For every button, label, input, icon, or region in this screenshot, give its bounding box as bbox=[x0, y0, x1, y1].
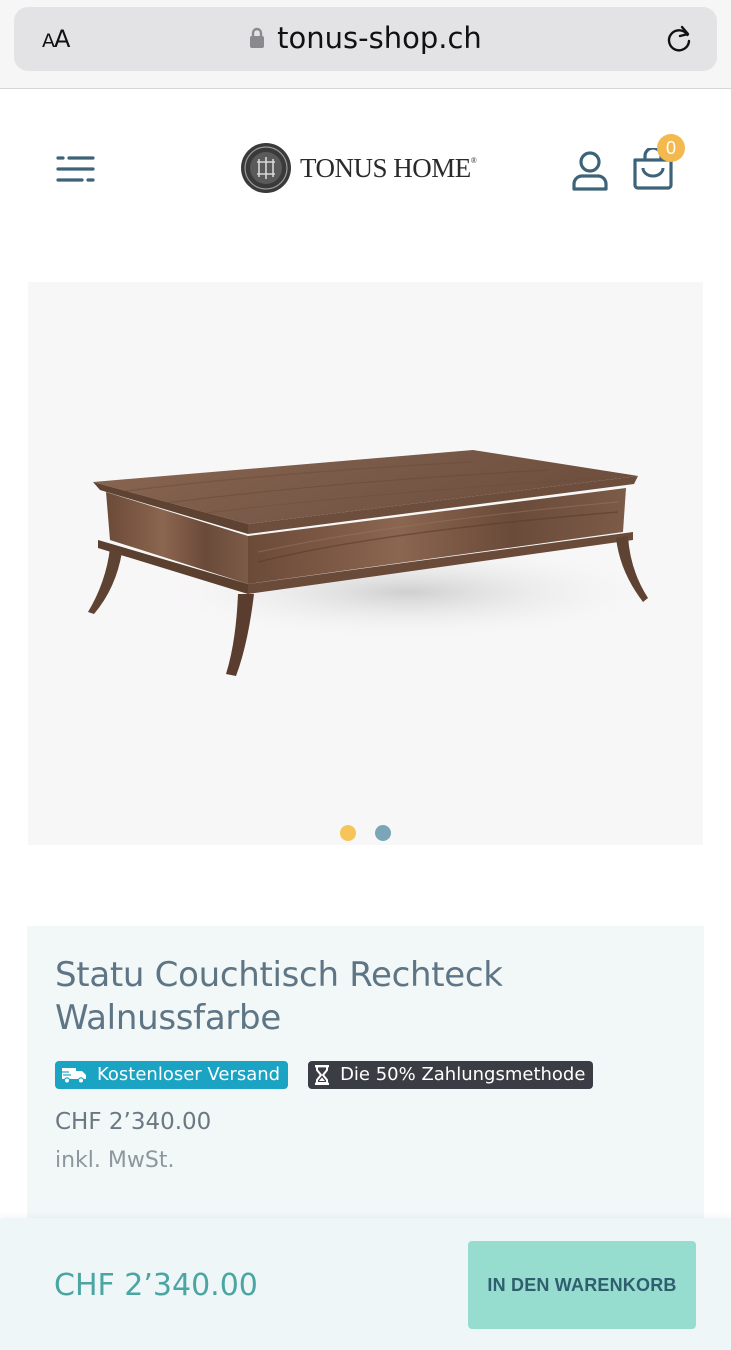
logo-seal-icon bbox=[241, 143, 291, 193]
carousel-dot-2[interactable] bbox=[375, 825, 391, 841]
product-badges: Kostenloser Versand Die 50% Zahlungsmeth… bbox=[55, 1061, 594, 1089]
carousel-dots bbox=[28, 825, 703, 841]
product-title: Statu Couchtisch Rechteck Walnussfarbe bbox=[55, 955, 503, 1038]
lock-icon bbox=[250, 27, 265, 48]
add-to-cart-button[interactable]: IN DEN WARENKORB bbox=[468, 1241, 696, 1329]
url-display[interactable]: tonus-shop.ch bbox=[14, 21, 717, 55]
hourglass-icon bbox=[315, 1065, 330, 1085]
payment-method-label: Die 50% Zahlungsmethode bbox=[340, 1064, 586, 1085]
cart-button[interactable]: 0 bbox=[632, 134, 688, 192]
product-price: CHF 2’340.00 bbox=[55, 1109, 212, 1135]
product-image[interactable] bbox=[78, 432, 658, 692]
browser-bar: AA tonus-shop.ch bbox=[0, 0, 731, 89]
user-icon[interactable] bbox=[570, 150, 610, 192]
site-header: TONUS HOME® 0 bbox=[0, 90, 731, 250]
free-shipping-badge: Kostenloser Versand bbox=[55, 1061, 289, 1089]
free-shipping-label: Kostenloser Versand bbox=[97, 1064, 281, 1085]
sticky-cart-bar: CHF 2’340.00 IN DEN WARENKORB bbox=[0, 1218, 731, 1350]
menu-icon[interactable] bbox=[56, 154, 96, 184]
sticky-price: CHF 2’340.00 bbox=[54, 1268, 258, 1303]
carousel-dot-1[interactable] bbox=[340, 825, 356, 841]
payment-method-badge: Die 50% Zahlungsmethode bbox=[308, 1061, 594, 1089]
product-info: Statu Couchtisch Rechteck Walnussfarbe K… bbox=[27, 926, 704, 1226]
url-text: tonus-shop.ch bbox=[277, 21, 482, 55]
logo-text: TONUS HOME® bbox=[300, 152, 477, 183]
site-logo[interactable]: TONUS HOME® bbox=[240, 142, 477, 194]
truck-icon bbox=[61, 1068, 86, 1084]
vat-note: inkl. MwSt. bbox=[55, 1148, 175, 1173]
cart-count-badge: 0 bbox=[657, 134, 685, 162]
reload-icon[interactable] bbox=[663, 23, 695, 55]
address-bar[interactable]: AA tonus-shop.ch bbox=[14, 7, 717, 71]
product-gallery[interactable] bbox=[28, 282, 703, 845]
